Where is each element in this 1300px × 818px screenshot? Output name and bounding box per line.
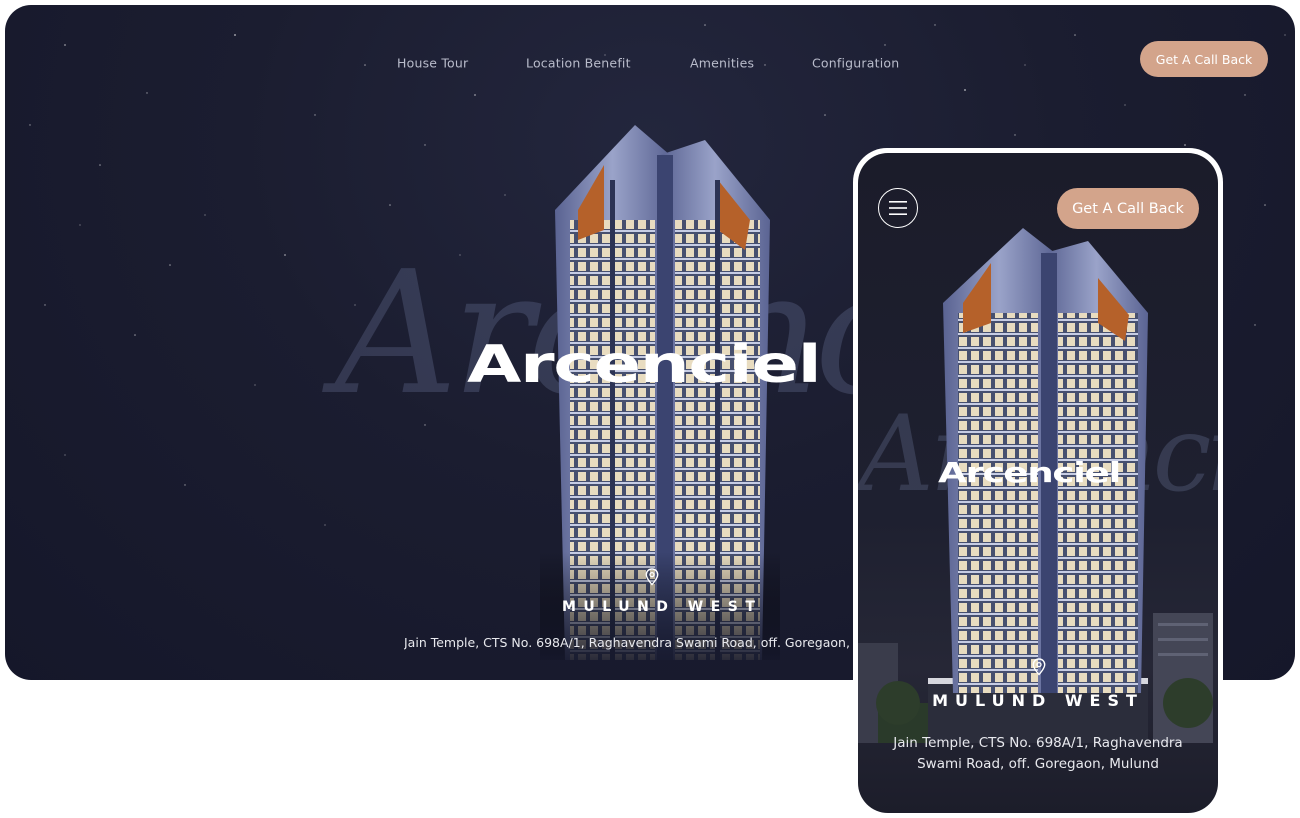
nav-link-location-benefit[interactable]: Location Benefit xyxy=(526,56,631,71)
top-navigation: House Tour Location Benefit Amenities Co… xyxy=(5,43,1295,83)
mobile-hero: Arcenciel Get A Call Back Arcenciel MUL xyxy=(858,153,1218,813)
nav-link-house-tour[interactable]: House Tour xyxy=(397,56,468,71)
get-call-back-button[interactable]: Get A Call Back xyxy=(1057,188,1199,229)
hamburger-menu-icon xyxy=(889,201,907,215)
location-title: MULUND WEST xyxy=(562,599,763,615)
location-pin-icon xyxy=(645,568,659,586)
brand-logo-text: Arcenciel xyxy=(467,335,822,395)
hamburger-menu-button[interactable] xyxy=(878,188,918,228)
nav-link-amenities[interactable]: Amenities xyxy=(690,56,754,71)
nav-link-configuration[interactable]: Configuration xyxy=(812,56,899,71)
address-text: Jain Temple, CTS No. 698A/1, Raghavendra… xyxy=(893,735,1183,772)
address-text: Jain Temple, CTS No. 698A/1, Raghavendra… xyxy=(404,635,864,650)
location-title: MULUND WEST xyxy=(932,691,1144,710)
brand-logo-text: Arcenciel xyxy=(938,456,1121,489)
location-pin-icon xyxy=(1032,658,1046,676)
get-call-back-button[interactable]: Get A Call Back xyxy=(1140,41,1268,77)
